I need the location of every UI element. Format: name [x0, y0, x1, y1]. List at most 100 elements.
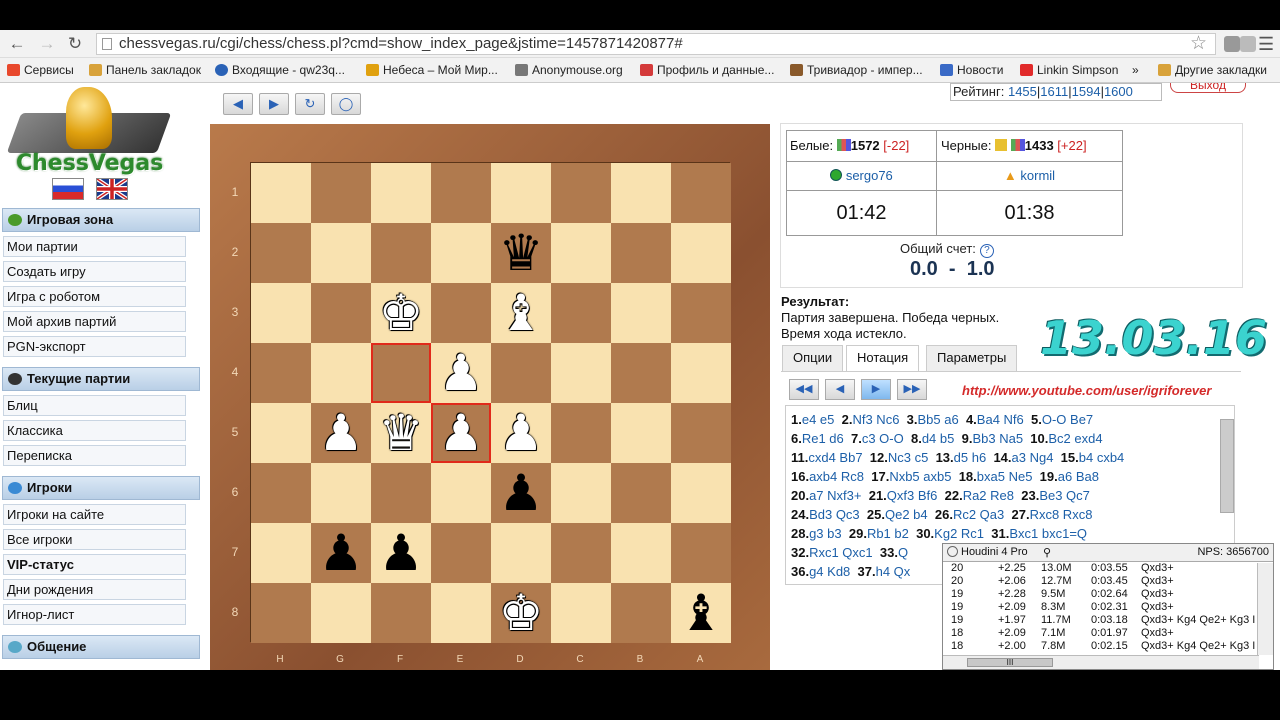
menu-icon[interactable]: ☰ [1258, 34, 1274, 55]
move-text[interactable]: b4 cxb4 [1079, 450, 1125, 465]
sidebar-item-correspondence[interactable]: Переписка [3, 445, 186, 466]
board-square[interactable] [371, 163, 431, 223]
board-square[interactable] [311, 343, 371, 403]
prev-button[interactable]: ◀ [223, 93, 253, 115]
board-square[interactable] [251, 583, 311, 643]
move-text[interactable]: Q [898, 545, 908, 560]
sidebar-item-vip[interactable]: VIP-статус [3, 554, 186, 575]
board-square[interactable] [431, 583, 491, 643]
board-square[interactable] [611, 583, 671, 643]
board-square[interactable] [671, 283, 731, 343]
board-square[interactable] [431, 163, 491, 223]
move-text[interactable]: Bxc1 bxc1=Q [1009, 526, 1087, 541]
board-square[interactable] [671, 163, 731, 223]
white-queen-piece[interactable]: ♛ [371, 403, 431, 463]
board-square[interactable] [431, 523, 491, 583]
rating-1[interactable]: 1455 [1008, 84, 1037, 99]
board-square[interactable] [311, 463, 371, 523]
move-text[interactable]: a3 Ng4 [1012, 450, 1054, 465]
forward-icon[interactable]: → [36, 34, 58, 54]
board-square[interactable] [671, 403, 731, 463]
bookmark-services[interactable]: Сервисы [7, 63, 74, 77]
board-square[interactable] [611, 343, 671, 403]
board-square[interactable] [311, 583, 371, 643]
board-square[interactable] [491, 343, 551, 403]
black-pawn-piece[interactable]: ♟ [311, 523, 371, 583]
move-text[interactable]: Qe2 b4 [885, 507, 928, 522]
white-king-piece[interactable]: ♚ [371, 283, 431, 343]
bookmark-profile[interactable]: Профиль и данные... [640, 63, 774, 77]
board-square[interactable] [371, 223, 431, 283]
bookmark-folder[interactable]: Панель закладок [89, 63, 201, 77]
move-text[interactable]: a7 Nxf3+ [809, 488, 861, 503]
black-pawn-piece[interactable]: ♟ [371, 523, 431, 583]
logout-button[interactable]: Выход [1170, 83, 1246, 93]
board-square[interactable] [611, 163, 671, 223]
bookmark-star-icon[interactable]: ☆ [1190, 32, 1207, 55]
board-square[interactable] [431, 223, 491, 283]
white-pawn-piece[interactable]: ♟ [311, 403, 371, 463]
move-text[interactable]: Rb1 b2 [867, 526, 909, 541]
move-text[interactable]: Ra2 Re8 [963, 488, 1014, 503]
rating-2[interactable]: 1611 [1040, 84, 1068, 99]
board-square[interactable] [251, 223, 311, 283]
board-square[interactable] [251, 283, 311, 343]
tab-options[interactable]: Опции [782, 345, 844, 371]
address-bar[interactable]: chessvegas.ru/cgi/chess/chess.pl?cmd=sho… [96, 33, 1216, 55]
move-text[interactable]: Be3 Qc7 [1039, 488, 1090, 503]
extension-icon-2[interactable] [1240, 36, 1256, 52]
black-bishop-piece[interactable]: ♝ [671, 583, 731, 643]
magnifier-icon[interactable]: ⚲ [1043, 545, 1051, 562]
extension-icon[interactable] [1224, 36, 1240, 52]
notation-scrollbar[interactable] [1220, 419, 1234, 513]
back-icon[interactable]: ← [6, 34, 28, 54]
sidebar-item-my-games[interactable]: Мои партии [3, 236, 186, 257]
section-game-zone[interactable]: Игровая зона [2, 208, 200, 232]
bookmark-linkin[interactable]: Linkin Simpson [1020, 63, 1118, 77]
sidebar-item-all-players[interactable]: Все игроки [3, 529, 186, 550]
bookmark-triviador[interactable]: Тривиадор - импер... [790, 63, 923, 77]
move-text[interactable]: d4 b5 [922, 431, 955, 446]
board-square[interactable] [671, 223, 731, 283]
engine-radio-icon[interactable] [947, 546, 958, 557]
board-square[interactable] [491, 523, 551, 583]
board-square[interactable] [671, 463, 731, 523]
black-queen-piece[interactable]: ♛ [491, 223, 551, 283]
globe-button[interactable]: ◯ [331, 93, 361, 115]
site-logo[interactable]: ChessVegas [6, 87, 172, 187]
refresh-button[interactable]: ↻ [295, 93, 325, 115]
rating-3[interactable]: 1594 [1072, 84, 1101, 99]
move-text[interactable]: O-O Be7 [1042, 412, 1093, 427]
section-communication[interactable]: Общение [2, 635, 200, 659]
bookmark-inbox[interactable]: Входящие - qw23q... [215, 63, 345, 77]
white-king-piece[interactable]: ♚ [491, 583, 551, 643]
white-player-name[interactable]: sergo76 [786, 161, 937, 191]
bookmark-other[interactable]: Другие закладки [1158, 63, 1267, 77]
move-text[interactable]: Nxb5 axb5 [889, 469, 951, 484]
board-square[interactable] [551, 403, 611, 463]
white-bishop-piece[interactable]: ♝ [491, 283, 551, 343]
move-text[interactable]: Bd3 Qc3 [809, 507, 860, 522]
move-text[interactable]: Rc2 Qa3 [953, 507, 1004, 522]
sidebar-item-archive[interactable]: Мой архив партий [3, 311, 186, 332]
board-square[interactable] [551, 463, 611, 523]
move-text[interactable]: h4 Qx [876, 564, 911, 579]
board-square[interactable] [371, 463, 431, 523]
board-square[interactable] [551, 583, 611, 643]
bookmark-heaven[interactable]: Небеса – Мой Мир... [366, 63, 498, 77]
move-text[interactable]: Bb3 Na5 [972, 431, 1023, 446]
move-text[interactable]: bxa5 Ne5 [977, 469, 1033, 484]
sidebar-item-pgn-export[interactable]: PGN-экспорт [3, 336, 186, 357]
help-icon[interactable]: ? [979, 244, 994, 258]
move-text[interactable]: cxd4 Bb7 [808, 450, 862, 465]
move-text[interactable]: Rxc1 Qxc1 [809, 545, 873, 560]
sidebar-item-ignore-list[interactable]: Игнор-лист [3, 604, 186, 625]
move-text[interactable]: Rxc8 Rxc8 [1030, 507, 1093, 522]
next-button[interactable]: ▶ [259, 93, 289, 115]
board-square[interactable] [251, 463, 311, 523]
board-square[interactable] [491, 163, 551, 223]
next-move-button[interactable]: ▶ [861, 379, 891, 400]
sidebar-item-online-players[interactable]: Игроки на сайте [3, 504, 186, 525]
section-current-games[interactable]: Текущие партии [2, 367, 200, 391]
board-square[interactable] [251, 163, 311, 223]
